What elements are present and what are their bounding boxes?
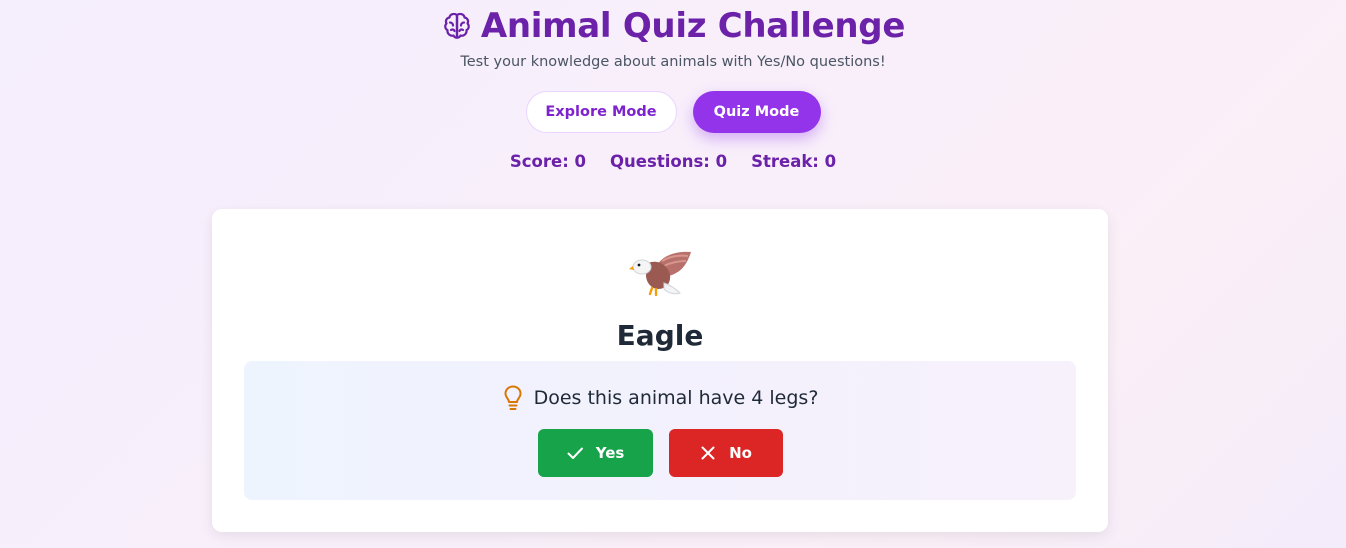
explore-mode-button[interactable]: Explore Mode xyxy=(525,91,677,133)
score-stat: Score: 0 xyxy=(509,152,587,171)
yes-button[interactable]: Yes xyxy=(537,429,653,477)
animal-name: Eagle xyxy=(616,319,704,352)
quiz-mode-button[interactable]: Quiz Mode xyxy=(692,91,821,133)
title-row: Animal Quiz Challenge xyxy=(0,4,1346,48)
question-panel: Does this animal have 4 legs? Yes No xyxy=(244,361,1076,500)
answer-buttons: Yes No xyxy=(244,429,1076,477)
no-label: No xyxy=(729,444,752,462)
quiz-card: Eagle Does this animal have 4 legs? Yes xyxy=(212,209,1108,532)
yes-label: Yes xyxy=(595,444,625,462)
page-title: Animal Quiz Challenge xyxy=(480,6,906,46)
streak-stat: Streak: 0 xyxy=(751,152,837,171)
question-text: Does this animal have 4 legs? xyxy=(533,387,819,409)
questions-stat: Questions: 0 xyxy=(610,152,728,171)
stats-bar: Score: 0 Questions: 0 Streak: 0 xyxy=(0,152,1346,171)
brain-icon xyxy=(441,10,473,42)
x-icon xyxy=(699,444,717,462)
check-icon xyxy=(566,444,584,462)
no-button[interactable]: No xyxy=(668,429,783,477)
mode-switcher: Explore Mode Quiz Mode xyxy=(0,91,1346,133)
question-row: Does this animal have 4 legs? xyxy=(244,385,1076,411)
lightbulb-icon xyxy=(502,385,524,411)
eagle-icon xyxy=(212,247,1108,303)
page-subtitle: Test your knowledge about animals with Y… xyxy=(460,54,886,70)
